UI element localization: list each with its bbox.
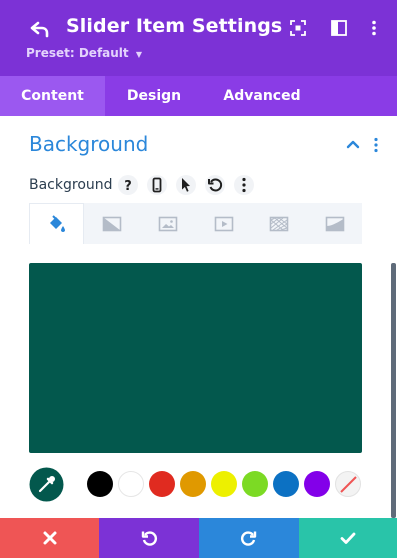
gradient-icon: [102, 216, 122, 232]
cursor-icon[interactable]: [175, 174, 197, 196]
background-type-tabs: [29, 203, 362, 244]
swatch-purple[interactable]: [304, 471, 330, 497]
pattern-icon: [269, 216, 289, 232]
chevron-down-icon: ▼: [135, 50, 142, 59]
background-tab-mask[interactable]: [307, 203, 362, 244]
help-icon[interactable]: ?: [117, 174, 139, 196]
columns-icon[interactable]: [330, 19, 348, 37]
settings-header: Slider Item Settings Preset: Default ▼: [0, 0, 397, 76]
option-more-icon[interactable]: [233, 174, 255, 196]
scrollbar[interactable]: [391, 263, 396, 518]
eyedropper-icon: [26, 464, 67, 505]
background-tab-color[interactable]: [29, 203, 84, 244]
swatch-orange[interactable]: [180, 471, 206, 497]
preset-dropdown[interactable]: Preset: Default ▼: [26, 46, 142, 60]
mask-icon: [325, 216, 345, 232]
save-button[interactable]: [299, 518, 397, 558]
focus-icon[interactable]: [289, 19, 307, 37]
mobile-icon[interactable]: [146, 174, 168, 196]
background-tab-video[interactable]: [196, 203, 251, 244]
undo-icon: [141, 531, 157, 546]
more-icon[interactable]: [365, 19, 383, 37]
video-icon: [214, 216, 234, 232]
color-preview[interactable]: [29, 263, 362, 453]
swatch-red[interactable]: [149, 471, 175, 497]
check-icon: [340, 532, 356, 544]
swatch-white[interactable]: [118, 471, 144, 497]
swatch-black[interactable]: [87, 471, 113, 497]
tab-advanced[interactable]: Advanced: [203, 76, 321, 116]
background-tab-image[interactable]: [140, 203, 195, 244]
background-tab-pattern[interactable]: [251, 203, 306, 244]
undo-button[interactable]: [99, 518, 199, 558]
image-icon: [158, 216, 178, 232]
close-icon: [43, 531, 56, 545]
preset-label: Preset: Default: [26, 46, 129, 60]
section-more-icon[interactable]: [370, 136, 382, 154]
modal-title: Slider Item Settings: [66, 15, 283, 37]
modal-footer: [0, 518, 397, 558]
section-title[interactable]: Background: [29, 132, 148, 156]
settings-tabs: Content Design Advanced: [0, 76, 397, 116]
color-picker-button[interactable]: [25, 463, 68, 506]
swatch-transparent[interactable]: [335, 471, 361, 497]
back-icon[interactable]: [29, 17, 51, 39]
swatch-green[interactable]: [242, 471, 268, 497]
reset-icon[interactable]: [204, 174, 226, 196]
background-tab-gradient[interactable]: [84, 203, 139, 244]
chevron-up-icon[interactable]: [344, 136, 362, 152]
cancel-button[interactable]: [0, 518, 99, 558]
option-label: Background: [29, 177, 113, 193]
swatch-yellow[interactable]: [211, 471, 237, 497]
swatch-blue[interactable]: [273, 471, 299, 497]
tab-content[interactable]: Content: [0, 76, 105, 116]
svg-text:?: ?: [124, 179, 132, 194]
redo-button[interactable]: [199, 518, 299, 558]
tab-design[interactable]: Design: [105, 76, 203, 116]
redo-icon: [241, 531, 257, 546]
paint-bucket-icon: [50, 215, 65, 232]
